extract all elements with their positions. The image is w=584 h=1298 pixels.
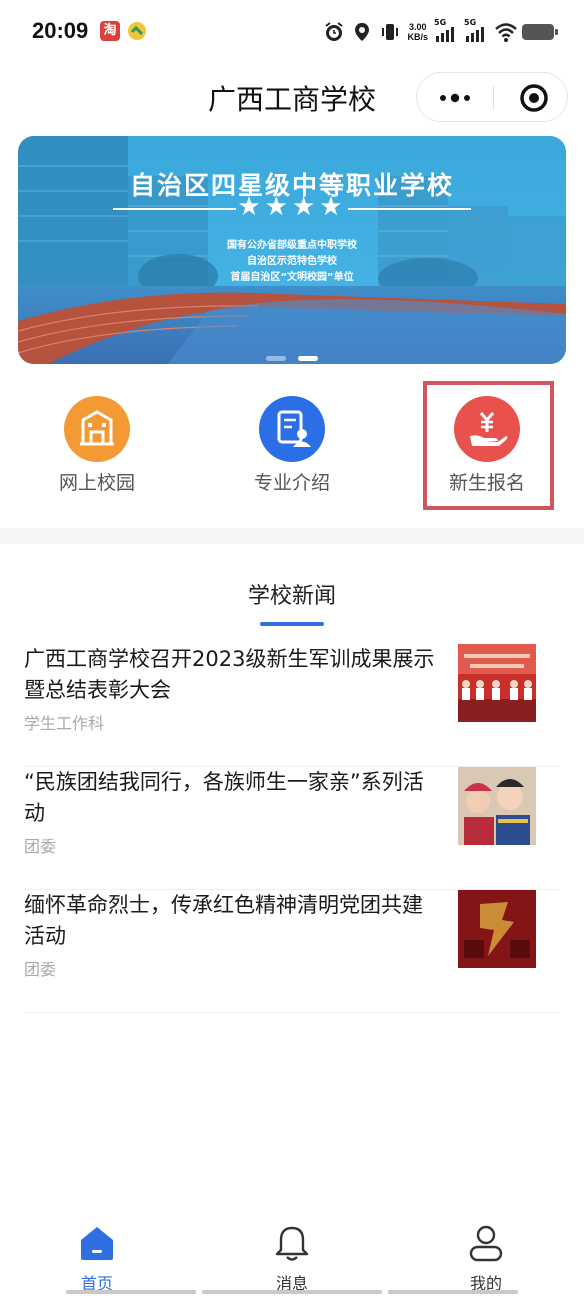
- document-user-icon: [259, 396, 325, 462]
- net-speed: 3.00 KB/s: [407, 22, 428, 42]
- close-button[interactable]: [494, 73, 569, 123]
- news-source: 学生工作科: [24, 714, 105, 733]
- person-icon: [469, 1225, 503, 1262]
- menu-major-intro[interactable]: 专业介绍: [212, 396, 372, 506]
- more-dots-icon: [440, 93, 470, 103]
- bell-icon: [275, 1226, 309, 1261]
- status-bar: 20:09 淘 3.00 KB/s 5G 5G: [0, 0, 584, 64]
- miniprogram-capsule: [416, 72, 568, 122]
- news-thumbnail: [458, 644, 536, 722]
- carousel-dot-active[interactable]: [297, 356, 318, 361]
- banner-line-3: 首届自治区“文明校园”单位: [230, 272, 354, 283]
- news-source: 团委: [24, 837, 57, 856]
- menu-online-campus[interactable]: 网上校园: [17, 396, 177, 506]
- news-heading: 学校新闻: [247, 584, 336, 609]
- banner-line-1: 国有公办省部级重点中职学校: [227, 240, 357, 251]
- wifi-icon: [494, 21, 517, 43]
- target-close-icon: [520, 84, 548, 112]
- news-title: 广西工商学校召开2023级新生军训成果展示暨总结表彰大会: [24, 647, 435, 702]
- alarm-icon: [323, 21, 345, 43]
- banner-carousel[interactable]: 自治区四星级中等职业学校 ★★★★ 国有公办省部级重点中职学校 自治区示范特色学…: [18, 136, 566, 364]
- taobao-badge-icon: 淘: [100, 21, 120, 41]
- news-thumbnail: [458, 767, 536, 845]
- news-item[interactable]: “民族团结我同行，各族师生一家亲”系列活动 团委: [24, 767, 560, 890]
- signal-icon: 5G: [434, 18, 458, 44]
- news-source: 团委: [24, 960, 57, 979]
- signal-icon-2: 5G: [464, 18, 488, 44]
- tab-indicator: [388, 1290, 518, 1294]
- tab-home[interactable]: 首页: [37, 1224, 157, 1293]
- tab-indicator: [66, 1290, 196, 1294]
- banner-stars: ★★★★: [237, 192, 347, 222]
- tab-messages[interactable]: 消息: [232, 1224, 352, 1293]
- highlight-box: [423, 381, 554, 510]
- status-icons: 3.00 KB/s 5G 5G: [323, 18, 558, 46]
- section-divider: [0, 528, 584, 544]
- menu-label: 专业介绍: [253, 472, 330, 494]
- news-title: 缅怀革命烈士，传承红色精神清明党团共建活动: [24, 893, 423, 948]
- news-item[interactable]: 广西工商学校召开2023级新生军训成果展示暨总结表彰大会 学生工作科: [24, 644, 560, 767]
- news-thumbnail: [458, 890, 536, 968]
- carousel-indicator: [18, 346, 566, 364]
- vibrate-icon: [379, 21, 401, 43]
- carousel-dot[interactable]: [266, 356, 287, 361]
- news-heading-underline: [260, 622, 324, 626]
- banner-line-2: 自治区示范特色学校: [247, 256, 337, 267]
- location-icon: [351, 21, 373, 43]
- news-title: “民族团结我同行，各族师生一家亲”系列活动: [24, 770, 424, 825]
- battery-icon: [522, 24, 558, 40]
- menu-label: 网上校园: [58, 472, 135, 494]
- home-icon: [81, 1227, 113, 1260]
- tab-profile[interactable]: 我的: [426, 1224, 546, 1293]
- tab-indicator: [202, 1290, 382, 1294]
- status-time: 20:09: [32, 18, 89, 43]
- app-notification-icon: [126, 20, 148, 42]
- school-icon: [64, 396, 130, 462]
- more-button[interactable]: [417, 73, 493, 123]
- news-item[interactable]: 缅怀革命烈士，传承红色精神清明党团共建活动 团委: [24, 890, 560, 1013]
